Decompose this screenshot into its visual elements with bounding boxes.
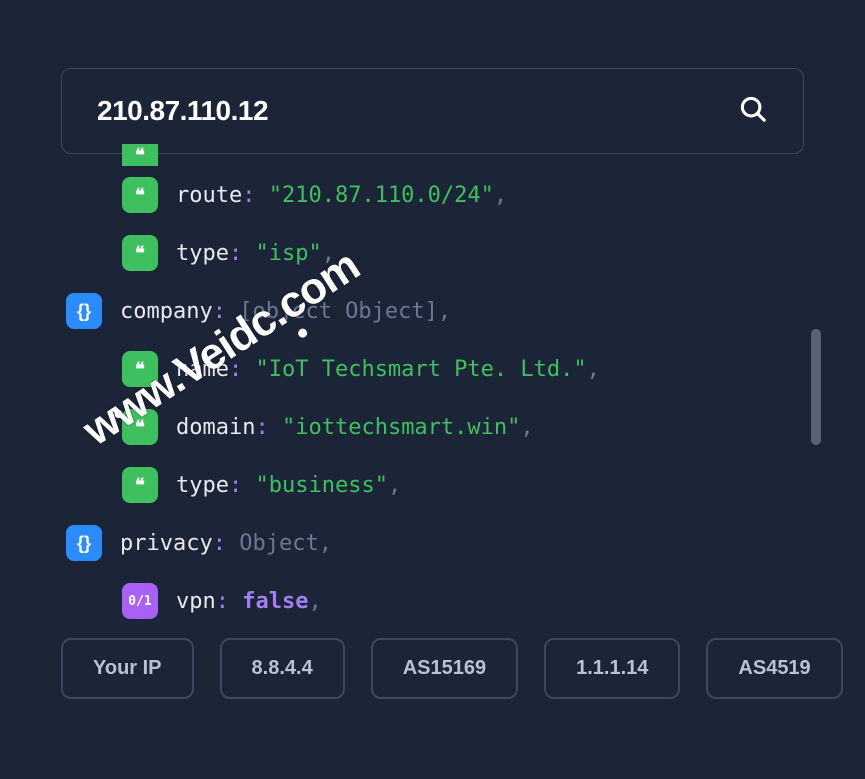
pill-11114[interactable]: 1.1.1.14 <box>544 638 680 699</box>
json-key: route <box>176 183 242 208</box>
json-row-domain-partial: ❝ domain: "akari.net", <box>61 144 804 166</box>
json-row-company-domain: ❝ domain: "iottechsmart.win", <box>61 398 804 456</box>
json-key: privacy <box>120 531 213 556</box>
json-line: name: "IoT Techsmart Pte. Ltd.", <box>176 357 600 382</box>
json-colon: : <box>229 357 242 382</box>
json-row-privacy[interactable]: {} privacy: Object, <box>61 514 804 572</box>
json-comma: , <box>319 531 332 556</box>
search-icon[interactable] <box>738 94 768 129</box>
json-comma: , <box>438 299 451 324</box>
pill-as4519[interactable]: AS4519 <box>706 638 842 699</box>
json-key: vpn <box>176 589 216 614</box>
json-comma: , <box>322 241 335 266</box>
json-comma: , <box>308 589 321 614</box>
json-type: [object Object] <box>239 299 438 324</box>
json-line: type: "isp", <box>176 241 335 266</box>
json-colon: : <box>229 241 242 266</box>
json-line: company: [object Object], <box>120 299 451 324</box>
json-row-privacy-vpn: 0/1 vpn: false, <box>61 572 804 630</box>
quote-icon: ❝ <box>122 467 158 503</box>
quote-icon: ❝ <box>122 351 158 387</box>
json-colon: : <box>213 299 226 324</box>
json-row-company-type: ❝ type: "business", <box>61 456 804 514</box>
pill-8844[interactable]: 8.8.4.4 <box>220 638 345 699</box>
quote-icon: ❝ <box>122 409 158 445</box>
json-value: "business" <box>255 473 387 498</box>
json-key: domain <box>176 415 255 440</box>
scrollbar-thumb[interactable] <box>811 329 821 445</box>
json-colon: : <box>216 589 229 614</box>
json-type: Object <box>239 531 318 556</box>
json-row-company[interactable]: {} company: [object Object], <box>61 282 804 340</box>
search-container <box>0 0 865 154</box>
json-line: domain: "iottechsmart.win", <box>176 415 534 440</box>
json-comma: , <box>388 473 401 498</box>
json-colon: : <box>255 415 268 440</box>
search-input[interactable] <box>97 95 738 127</box>
object-icon: {} <box>66 525 102 561</box>
json-value: "isp" <box>255 241 321 266</box>
quote-icon: ❝ <box>122 177 158 213</box>
json-comma: , <box>520 415 533 440</box>
json-comma: , <box>587 357 600 382</box>
pill-as15169[interactable]: AS15169 <box>371 638 518 699</box>
json-key: name <box>176 357 229 382</box>
json-row-company-name: ❝ name: "IoT Techsmart Pte. Ltd.", <box>61 340 804 398</box>
search-bar <box>61 68 804 154</box>
json-value: "210.87.110.0/24" <box>269 183 494 208</box>
json-line: privacy: Object, <box>120 531 332 556</box>
json-colon: : <box>242 183 255 208</box>
json-value: "IoT Techsmart Pte. Ltd." <box>255 357 586 382</box>
quick-links: Your IP 8.8.4.4 AS15169 1.1.1.14 AS4519 <box>61 638 865 699</box>
json-line: vpn: false, <box>176 589 322 614</box>
json-key: company <box>120 299 213 324</box>
bool-badge: 0/1 <box>122 583 158 619</box>
json-line: type: "business", <box>176 473 401 498</box>
pill-your-ip[interactable]: Your IP <box>61 638 194 699</box>
json-viewer: ❝ domain: "akari.net", ❝ route: "210.87.… <box>0 144 865 630</box>
json-row-route: ❝ route: "210.87.110.0/24", <box>61 166 804 224</box>
json-comma: , <box>494 183 507 208</box>
json-key: type <box>176 473 229 498</box>
json-key: type <box>176 241 229 266</box>
json-value: false <box>242 589 308 614</box>
quote-icon: ❝ <box>122 235 158 271</box>
quote-icon: ❝ <box>122 144 158 166</box>
json-line: route: "210.87.110.0/24", <box>176 183 507 208</box>
object-icon: {} <box>66 293 102 329</box>
json-colon: : <box>213 531 226 556</box>
json-colon: : <box>229 473 242 498</box>
json-value: "iottechsmart.win" <box>282 415 520 440</box>
json-row-type-isp: ❝ type: "isp", <box>61 224 804 282</box>
